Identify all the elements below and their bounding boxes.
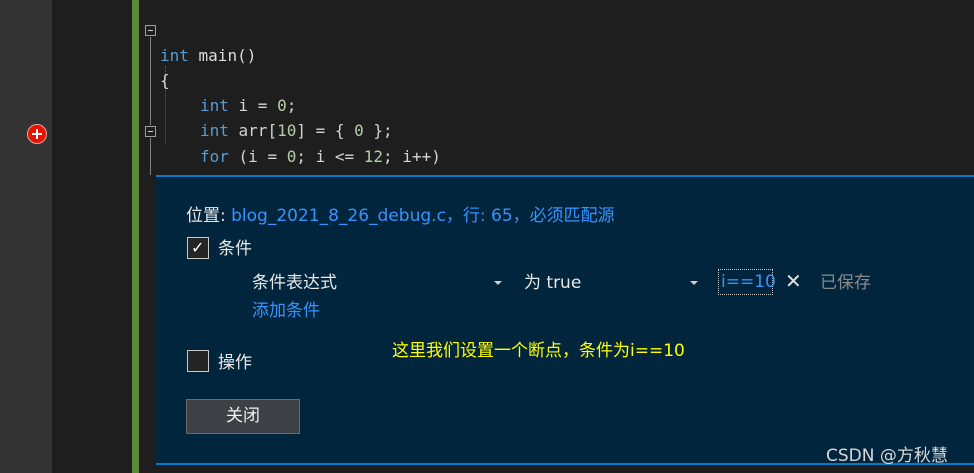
watermark: CSDN @方秋慧 (826, 446, 948, 466)
code-line[interactable]: int i = 0; (139, 68, 974, 115)
actions-label: 操作 (218, 353, 252, 373)
breakpoint-add-icon[interactable] (27, 124, 47, 144)
code-line[interactable]: int main() (139, 18, 974, 65)
condition-mode-dropdown[interactable]: 为 true (524, 272, 581, 294)
code-line[interactable]: int arr[10] = { 0 }; (139, 93, 974, 140)
condition-expression-input[interactable]: i==10 (718, 269, 776, 295)
code-text: (i = (228, 147, 287, 166)
chevron-down-icon[interactable] (690, 281, 698, 285)
code-line[interactable]: for (i = 0; i <= 12; i++) (139, 119, 974, 166)
glyph-margin[interactable] (0, 0, 52, 473)
close-icon[interactable]: ✕ (785, 269, 802, 293)
code-text: ; i++) (383, 147, 441, 166)
condition-type-dropdown[interactable]: 条件表达式 (252, 272, 337, 294)
keyword: for (200, 147, 229, 166)
change-indicator-bar (132, 0, 139, 473)
add-condition-link[interactable]: 添加条件 (252, 300, 320, 322)
conditions-label: 条件 (218, 239, 252, 259)
breakpoint-settings-panel: 位置: blog_2021_8_26_debug.c，行: 65，必须匹配源 ✓… (156, 175, 974, 465)
chevron-down-icon[interactable] (494, 281, 502, 285)
actions-checkbox[interactable] (187, 350, 209, 372)
number-literal: 12 (363, 147, 384, 166)
saved-status: 已保存 (820, 273, 871, 293)
number-literal: 0 (286, 147, 297, 166)
location-label: 位置: (186, 206, 226, 226)
close-button[interactable]: 关闭 (186, 399, 300, 434)
annotation-text: 这里我们设置一个断点，条件为i==10 (392, 341, 685, 361)
code-text: ; i <= (296, 147, 364, 166)
code-line[interactable]: { (139, 43, 974, 90)
location-link[interactable]: blog_2021_8_26_debug.c，行: 65，必须匹配源 (231, 206, 615, 226)
location-row: 位置: blog_2021_8_26_debug.c，行: 65，必须匹配源 (186, 205, 615, 227)
conditions-checkbox[interactable]: ✓ (187, 237, 209, 259)
line-number-gutter: 60 61 62 63 64 65 (52, 0, 154, 473)
checkmark-icon: ✓ (191, 238, 205, 257)
